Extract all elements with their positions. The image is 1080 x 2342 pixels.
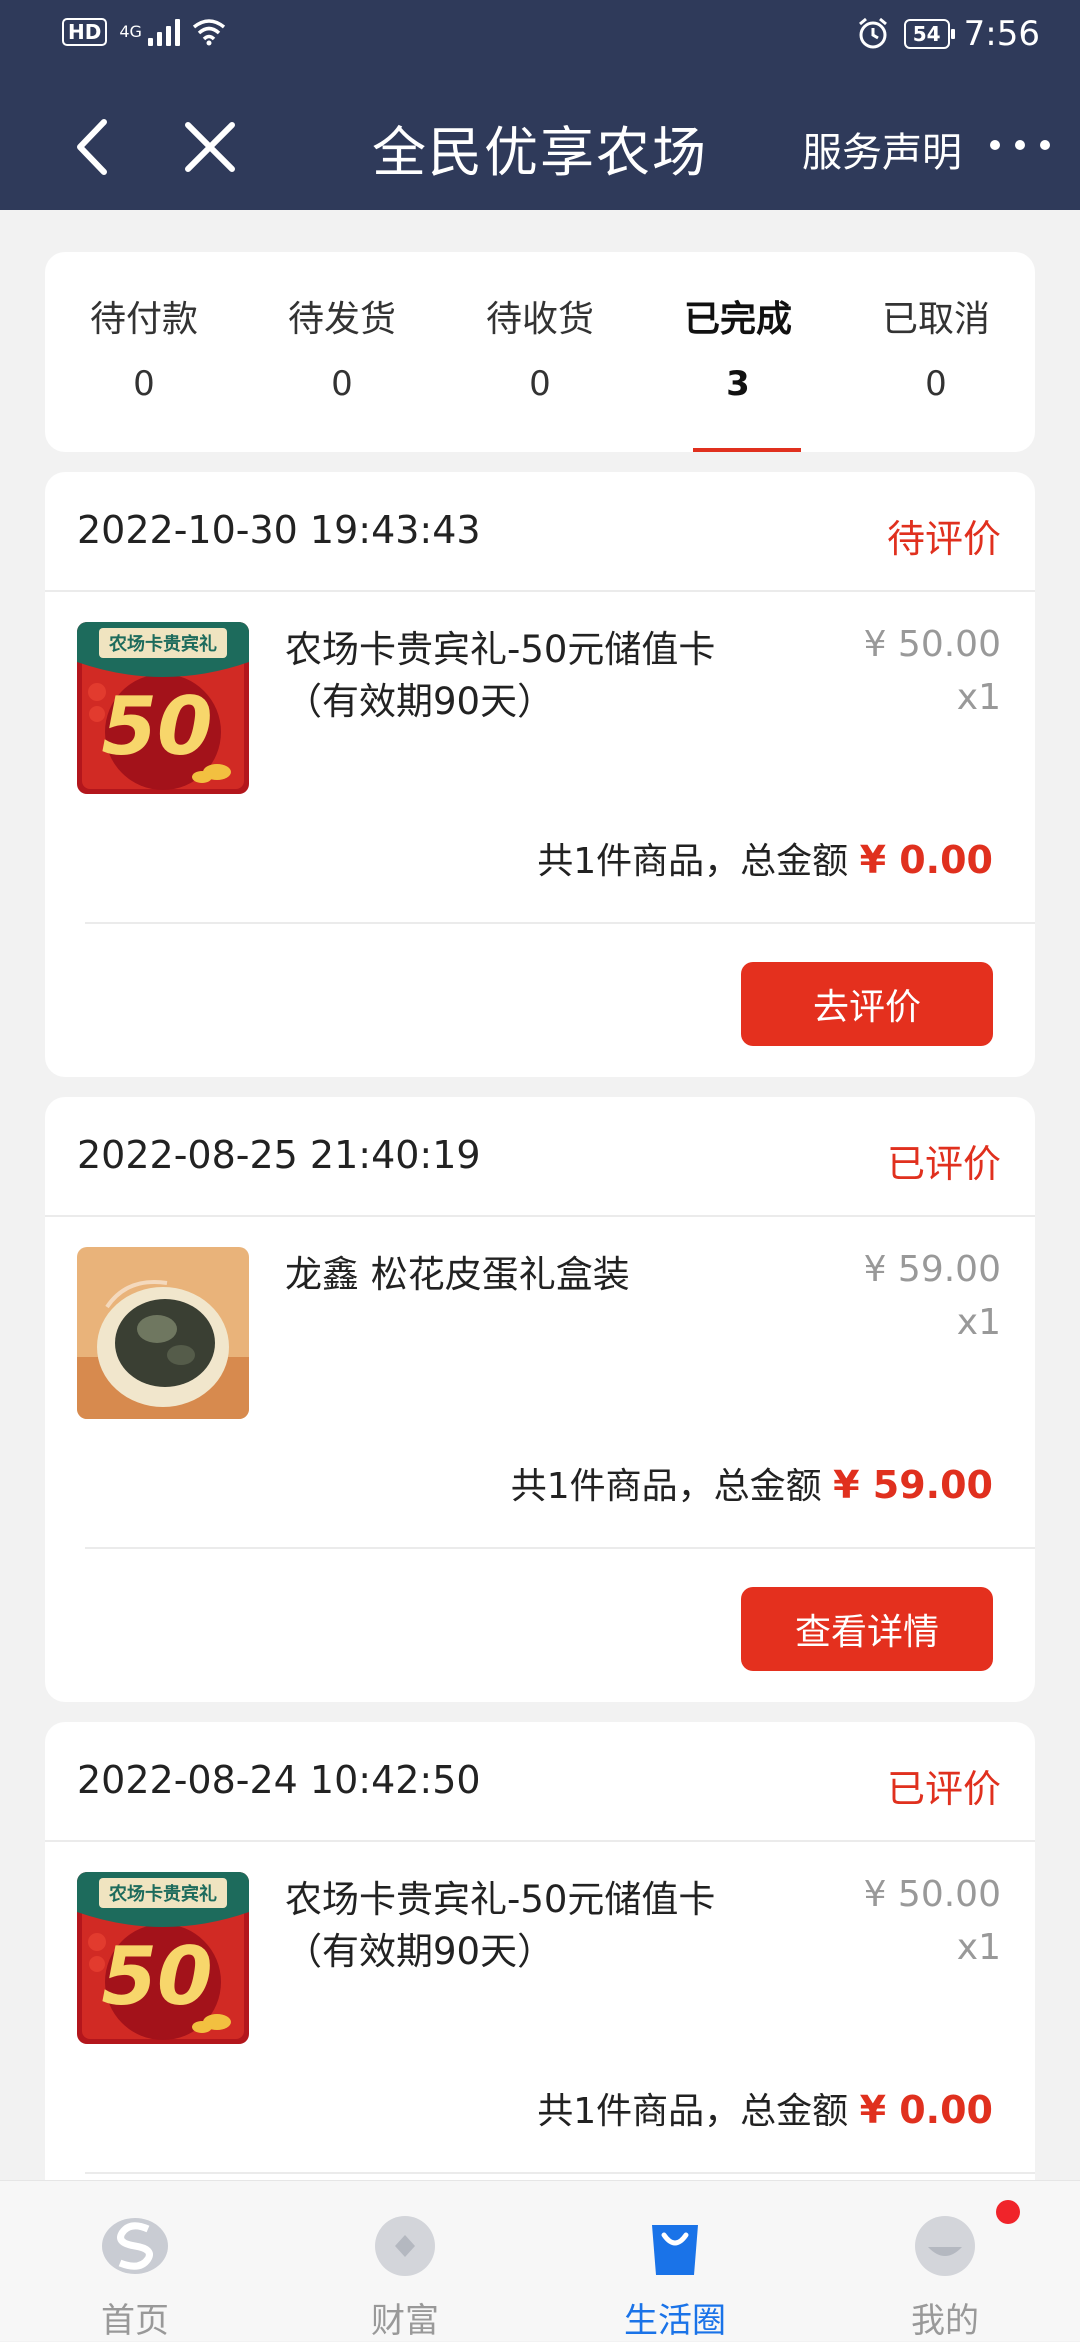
- more-icon[interactable]: [990, 130, 1050, 160]
- wealth-icon: [375, 2216, 435, 2276]
- order-total: ¥ 0.00: [859, 2088, 993, 2132]
- divider: [45, 1215, 1035, 1217]
- clock: 7:56: [963, 14, 1040, 54]
- wifi-icon: [192, 19, 226, 46]
- order-card: 2022-08-24 10:42:50 已评价 农场卡贵宾礼 50 农场卡贵宾礼…: [45, 1722, 1035, 2242]
- bottom-nav-label: 首页: [101, 2301, 169, 2341]
- service-statement-link[interactable]: 服务声明: [802, 120, 962, 178]
- tab-label: 待付款: [89, 299, 198, 340]
- tab-label: 待发货: [287, 299, 396, 340]
- svg-text:农场卡贵宾礼: 农场卡贵宾礼: [108, 1883, 217, 1905]
- product-price: ¥ 50.00: [863, 624, 1001, 665]
- order-card: 2022-08-25 21:40:19 已评价 龙鑫 松花皮蛋礼盒装 ¥ 59.…: [45, 1097, 1035, 1702]
- summary-label: 共1件商品，总金额: [537, 841, 849, 882]
- review-button[interactable]: 去评价: [741, 962, 993, 1046]
- product-price: ¥ 59.00: [863, 1249, 1001, 1290]
- divider: [85, 2172, 1035, 2174]
- svg-text:农场卡贵宾礼: 农场卡贵宾礼: [108, 633, 217, 655]
- preserved-egg-image: [77, 1247, 249, 1419]
- order-total: ¥ 0.00: [859, 838, 993, 882]
- svg-text:50: 50: [101, 1930, 212, 2023]
- hd-icon: HD: [62, 18, 108, 46]
- tab-count: 0: [925, 364, 947, 404]
- order-status-tabs: 待付款 0 待发货 0 待收货 0 已完成 3 已取消 0: [45, 252, 1035, 452]
- divider: [45, 590, 1035, 592]
- profile-icon: [915, 2216, 975, 2276]
- order-status: 已评价: [886, 1142, 1001, 1186]
- product-price: ¥ 50.00: [863, 1874, 1001, 1915]
- tab-label: 待收货: [485, 299, 594, 340]
- tab-completed[interactable]: 已完成 3: [639, 252, 837, 452]
- tab-count: 3: [726, 364, 750, 404]
- order-card: 2022-10-30 19:43:43 待评价 农场卡贵宾礼 50 农场卡贵宾礼…: [45, 472, 1035, 1077]
- order-status: 已评价: [886, 1767, 1001, 1811]
- svg-text:50: 50: [101, 680, 212, 773]
- bottom-nav: 首页 财富 生活圈 我的: [0, 2180, 1080, 2341]
- product-quantity: x1: [956, 1927, 1001, 1968]
- gift-card-image: 农场卡贵宾礼 50: [77, 1872, 249, 2044]
- product-thumbnail[interactable]: [77, 1247, 249, 1419]
- tab-pending-payment[interactable]: 待付款 0: [45, 252, 243, 452]
- tab-pending-receipt[interactable]: 待收货 0: [441, 252, 639, 452]
- network-type: 4G: [119, 22, 142, 41]
- order-summary: 共1件商品，总金额 ¥ 0.00: [537, 832, 993, 884]
- product-name[interactable]: 龙鑫 松花皮蛋礼盒装: [285, 1249, 765, 1301]
- bottom-nav-wealth[interactable]: 财富: [270, 2181, 540, 2341]
- order-total: ¥ 59.00: [833, 1463, 993, 1507]
- tab-label: 已完成: [683, 299, 792, 340]
- product-name[interactable]: 农场卡贵宾礼-50元储值卡（有效期90天）: [285, 1874, 765, 1978]
- order-summary: 共1件商品，总金额 ¥ 0.00: [537, 2082, 993, 2134]
- order-date: 2022-10-30 19:43:43: [77, 508, 481, 552]
- signal-icon: [147, 18, 180, 46]
- product-thumbnail[interactable]: 农场卡贵宾礼 50: [77, 1872, 249, 2044]
- product-quantity: x1: [956, 677, 1001, 718]
- header: HD 4G 54 7:56 全民优享农场 服务声明: [0, 0, 1080, 210]
- tab-count: 0: [331, 364, 353, 404]
- tab-count: 0: [529, 364, 551, 404]
- tab-count: 0: [133, 364, 155, 404]
- order-date: 2022-08-25 21:40:19: [77, 1133, 481, 1177]
- alarm-icon: [858, 17, 887, 49]
- status-bar: HD 4G 54 7:56: [0, 0, 1080, 70]
- divider: [45, 1840, 1035, 1842]
- shopping-bag-icon: [652, 2225, 698, 2275]
- battery-icon: 54: [903, 19, 955, 49]
- summary-label: 共1件商品，总金额: [510, 1466, 822, 1507]
- gift-card-image: 农场卡贵宾礼 50: [77, 622, 249, 794]
- active-tab-indicator: [693, 448, 801, 452]
- tab-pending-shipment[interactable]: 待发货 0: [243, 252, 441, 452]
- order-date: 2022-08-24 10:42:50: [77, 1758, 481, 1802]
- view-details-button[interactable]: 查看详情: [741, 1587, 993, 1671]
- order-summary: 共1件商品，总金额 ¥ 59.00: [511, 1457, 993, 1509]
- bottom-nav-label: 财富: [371, 2301, 439, 2341]
- notification-badge: [996, 2200, 1020, 2224]
- bottom-nav-life-circle[interactable]: 生活圈: [540, 2181, 810, 2341]
- bottom-nav-home[interactable]: 首页: [0, 2181, 270, 2341]
- divider: [85, 1547, 1035, 1549]
- product-thumbnail[interactable]: 农场卡贵宾礼 50: [77, 622, 249, 794]
- bottom-nav-label: 生活圈: [624, 2301, 726, 2341]
- bottom-nav-label: 我的: [911, 2301, 979, 2341]
- nav-bar: 全民优享农场 服务声明: [0, 90, 1080, 200]
- product-quantity: x1: [956, 1302, 1001, 1343]
- tab-label: 已取消: [881, 299, 990, 340]
- tab-cancelled[interactable]: 已取消 0: [837, 252, 1035, 452]
- bank-logo-icon: [102, 2218, 168, 2274]
- divider: [85, 922, 1035, 924]
- summary-label: 共1件商品，总金额: [537, 2091, 849, 2132]
- bottom-nav-me[interactable]: 我的: [810, 2181, 1080, 2341]
- product-name[interactable]: 农场卡贵宾礼-50元储值卡（有效期90天）: [285, 624, 765, 728]
- order-status: 待评价: [886, 517, 1001, 561]
